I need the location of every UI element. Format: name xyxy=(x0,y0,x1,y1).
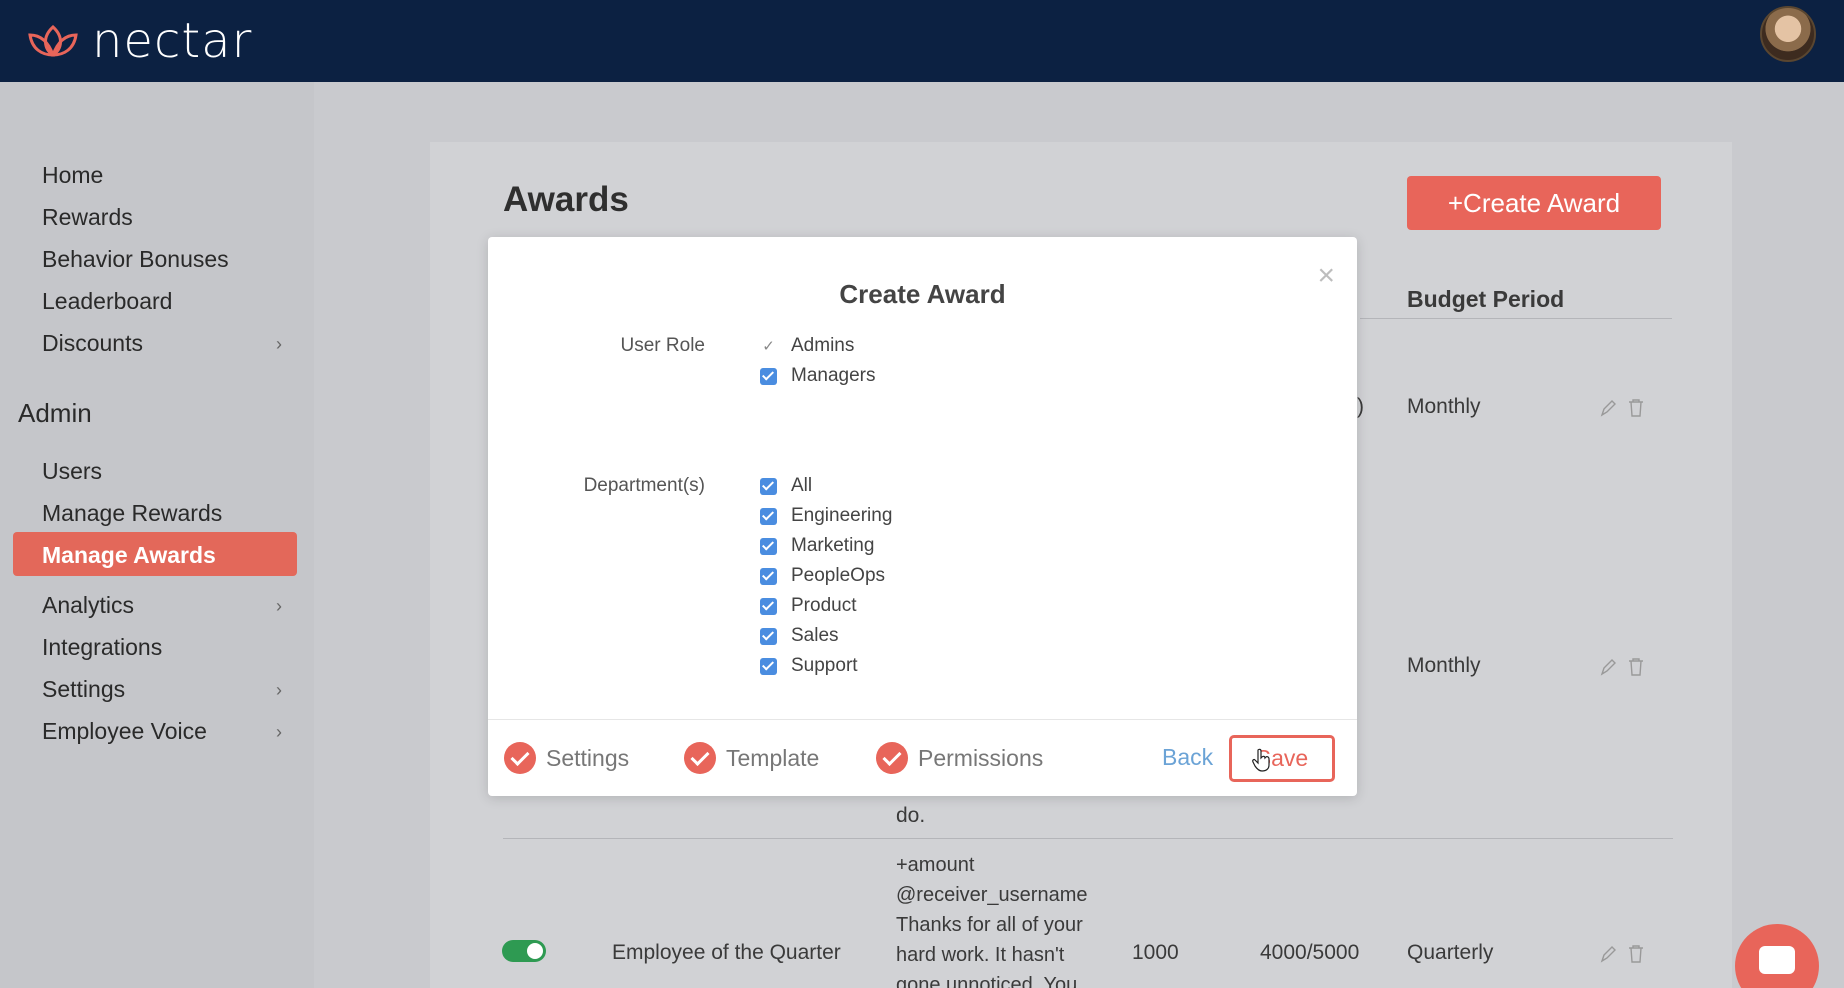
chevron-right-icon[interactable]: › xyxy=(276,722,282,743)
department-option-label: PeopleOps xyxy=(791,565,886,586)
message-line: +amount xyxy=(896,854,975,876)
trash-icon[interactable] xyxy=(1628,944,1644,964)
user-role-label: User Role xyxy=(620,335,705,356)
step-complete-icon xyxy=(684,742,716,774)
department-option-product[interactable]: Product xyxy=(760,595,856,617)
role-option-label: Admins xyxy=(791,335,855,356)
award-amount-cell: 1000 xyxy=(1132,941,1179,964)
award-name-cell: Employee of the Quarter xyxy=(612,941,841,964)
back-button[interactable]: Back xyxy=(1162,744,1213,771)
partial-cell: ) xyxy=(1357,395,1364,418)
trash-icon[interactable] xyxy=(1628,657,1644,677)
checkbox-checked-icon[interactable] xyxy=(760,477,777,495)
role-option-label: Managers xyxy=(791,365,876,386)
role-option-admins[interactable]: ✓ Admins xyxy=(760,335,854,357)
step-label: Settings xyxy=(546,744,630,771)
sidebar-section-admin: Admin xyxy=(18,398,92,428)
budget-period-cell: Monthly xyxy=(1407,654,1481,677)
sidebar-item-users[interactable]: Users xyxy=(42,458,102,485)
department-option-label: Marketing xyxy=(791,535,875,556)
modal-title: Create Award xyxy=(839,279,1006,309)
top-bar: nectar xyxy=(0,0,1844,82)
department-option-engineering[interactable]: Engineering xyxy=(760,505,892,527)
create-award-modal: Create Award × User Role ✓ Admins Manage… xyxy=(488,237,1357,796)
step-permissions[interactable]: Permissions xyxy=(876,742,1043,774)
edit-icon[interactable] xyxy=(1600,398,1616,418)
sidebar-item-integrations[interactable]: Integrations xyxy=(42,634,162,661)
hand-cursor-icon xyxy=(1252,748,1270,772)
step-template[interactable]: Template xyxy=(684,742,819,774)
award-message-cell: +amount @receiver_username Thanks for al… xyxy=(896,850,1088,988)
step-complete-icon xyxy=(504,742,536,774)
step-settings[interactable]: Settings xyxy=(504,742,629,774)
chevron-right-icon[interactable]: › xyxy=(276,596,282,617)
sidebar: Home Rewards Behavior Bonuses Leaderboar… xyxy=(0,82,314,988)
step-label: Permissions xyxy=(918,744,1044,771)
sidebar-item-home[interactable]: Home xyxy=(42,162,103,189)
sidebar-item-employee-voice[interactable]: Employee Voice xyxy=(42,718,207,745)
sidebar-item-manage-rewards[interactable]: Manage Rewards xyxy=(42,500,222,527)
create-award-button[interactable]: +Create Award xyxy=(1407,176,1661,230)
checkbox-checked-icon[interactable] xyxy=(760,597,777,615)
sidebar-item-leaderboard[interactable]: Leaderboard xyxy=(42,288,172,315)
chevron-right-icon[interactable]: › xyxy=(276,334,282,355)
row-divider xyxy=(503,838,1673,839)
save-button[interactable]: Save xyxy=(1229,735,1335,782)
sidebar-item-label: Manage Awards xyxy=(42,542,216,568)
user-avatar[interactable] xyxy=(1760,6,1816,62)
department-option-support[interactable]: Support xyxy=(760,655,858,677)
sidebar-item-settings[interactable]: Settings xyxy=(42,676,125,703)
department-label: Department(s) xyxy=(583,475,705,496)
header-divider xyxy=(1360,318,1672,319)
lotus-logo-icon xyxy=(28,24,78,57)
department-option-label: Engineering xyxy=(791,505,893,526)
modal-footer: Settings Template Permissions Back Save xyxy=(488,719,1357,796)
award-enabled-toggle[interactable] xyxy=(502,940,546,962)
step-complete-icon xyxy=(876,742,908,774)
department-option-label: All xyxy=(791,475,813,496)
step-label: Template xyxy=(726,744,820,771)
sidebar-item-discounts[interactable]: Discounts xyxy=(42,330,143,357)
department-option-all[interactable]: All xyxy=(760,475,812,497)
budget-period-cell: Monthly xyxy=(1407,395,1481,418)
edit-icon[interactable] xyxy=(1600,657,1616,677)
checkbox-checked-icon[interactable] xyxy=(760,627,777,645)
department-option-label: Product xyxy=(791,595,857,616)
sidebar-item-analytics[interactable]: Analytics xyxy=(42,592,134,619)
brand-name: nectar xyxy=(92,13,253,69)
sidebar-item-rewards[interactable]: Rewards xyxy=(42,204,133,231)
page-title: Awards xyxy=(503,180,629,219)
chevron-right-icon[interactable]: › xyxy=(276,680,282,701)
role-option-managers[interactable]: Managers xyxy=(760,365,876,387)
message-line: Thanks for all of your xyxy=(896,914,1083,936)
department-option-peopleops[interactable]: PeopleOps xyxy=(760,565,885,587)
department-option-label: Sales xyxy=(791,625,839,646)
checkbox-checked-icon[interactable] xyxy=(760,507,777,525)
sidebar-item-behavior-bonuses[interactable]: Behavior Bonuses xyxy=(42,246,229,273)
department-option-sales[interactable]: Sales xyxy=(760,625,839,647)
award-budget-cell: 4000/5000 xyxy=(1260,941,1360,964)
department-option-marketing[interactable]: Marketing xyxy=(760,535,874,557)
message-line: hard work. It hasn't xyxy=(896,944,1065,966)
message-line: gone unnoticed. You xyxy=(896,974,1078,988)
chat-launcher-button[interactable] xyxy=(1735,924,1819,988)
message-line: @receiver_username xyxy=(896,884,1088,906)
department-option-label: Support xyxy=(791,655,858,676)
column-header-budget-period: Budget Period xyxy=(1407,286,1565,312)
edit-icon[interactable] xyxy=(1600,944,1616,964)
checkbox-checked-icon[interactable] xyxy=(760,367,777,385)
trash-icon[interactable] xyxy=(1628,398,1644,418)
budget-period-cell: Quarterly xyxy=(1407,941,1494,964)
message-fragment: do. xyxy=(896,804,926,827)
checkmark-icon[interactable]: ✓ xyxy=(760,338,777,355)
checkbox-checked-icon[interactable] xyxy=(760,567,777,585)
nectar-logo[interactable]: nectar xyxy=(24,13,252,69)
close-icon[interactable]: × xyxy=(1317,261,1335,291)
checkbox-checked-icon[interactable] xyxy=(760,657,777,675)
checkbox-checked-icon[interactable] xyxy=(760,537,777,555)
